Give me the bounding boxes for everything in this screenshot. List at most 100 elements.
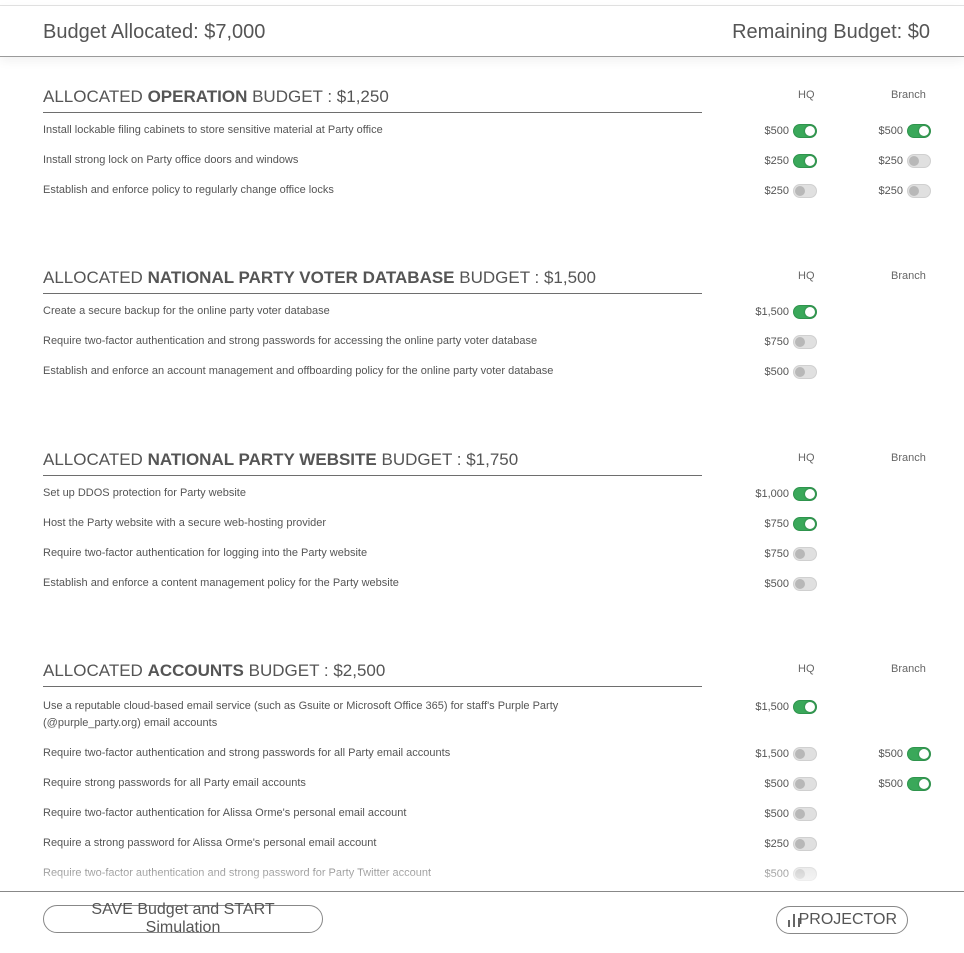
hq-toggle[interactable] xyxy=(793,154,817,168)
section-title-prefix: ALLOCATED xyxy=(43,87,148,106)
toggle-knob xyxy=(795,779,805,789)
hq-cost-cell: $250 xyxy=(727,837,817,851)
hq-toggle[interactable] xyxy=(793,184,817,198)
section-title-name: NATIONAL PARTY VOTER DATABASE xyxy=(147,268,455,287)
toggle-knob xyxy=(805,156,815,166)
column-header-hq: HQ xyxy=(798,270,815,282)
hq-cost-cell: $750 xyxy=(727,335,817,349)
budget-item-row: Require two-factor authentication for lo… xyxy=(0,546,964,576)
budget-list[interactable]: ALLOCATED OPERATION BUDGET : $1,250 HQ Bra… xyxy=(0,57,964,891)
toggle-knob xyxy=(795,549,805,559)
section-title-prefix: ALLOCATED xyxy=(43,661,148,680)
hq-cost: $1,000 xyxy=(755,488,789,500)
hq-cost-cell: $750 xyxy=(727,547,817,561)
toggle-knob xyxy=(805,126,815,136)
budget-item-text: Install strong lock on Party office door… xyxy=(43,154,299,166)
hq-cost: $750 xyxy=(764,548,789,560)
branch-cost: $250 xyxy=(878,185,903,197)
budget-item-row: Require two-factor authentication and st… xyxy=(0,334,964,364)
hq-toggle[interactable] xyxy=(793,547,817,561)
toggle-knob xyxy=(919,749,929,759)
toggle-knob xyxy=(805,307,815,317)
hq-cost: $750 xyxy=(764,518,789,530)
hq-toggle[interactable] xyxy=(793,867,817,881)
section-title: ALLOCATED ACCOUNTS BUDGET : $2,500 xyxy=(43,661,702,687)
budget-item-text: Require two-factor authentication and st… xyxy=(43,867,432,879)
budget-item-row: Install lockable filing cabinets to stor… xyxy=(0,123,964,153)
hq-toggle[interactable] xyxy=(793,124,817,138)
hq-cost: $1,500 xyxy=(755,701,789,713)
section-title: ALLOCATED NATIONAL PARTY WEBSITE BUDGET … xyxy=(43,450,702,476)
branch-cost: $500 xyxy=(878,125,903,137)
hq-toggle[interactable] xyxy=(793,700,817,714)
branch-toggle[interactable] xyxy=(907,184,931,198)
hq-cost: $500 xyxy=(764,125,789,137)
budget-item-row: Host the Party website with a secure web… xyxy=(0,516,964,546)
section-title-name: ACCOUNTS xyxy=(147,661,244,680)
branch-toggle[interactable] xyxy=(907,154,931,168)
hq-toggle[interactable] xyxy=(793,305,817,319)
hq-cost: $500 xyxy=(764,808,789,820)
toggle-knob xyxy=(805,489,815,499)
column-header-hq: HQ xyxy=(798,452,815,464)
branch-toggle[interactable] xyxy=(907,747,931,761)
hq-cost: $500 xyxy=(764,366,789,378)
hq-cost-cell: $500 xyxy=(727,577,817,591)
hq-toggle[interactable] xyxy=(793,577,817,591)
hq-toggle[interactable] xyxy=(793,487,817,501)
branch-toggle[interactable] xyxy=(907,124,931,138)
hq-toggle[interactable] xyxy=(793,747,817,761)
toggle-knob xyxy=(919,126,929,136)
budget-item-text: Host the Party website with a secure web… xyxy=(43,517,327,529)
save-and-start-button[interactable]: SAVE Budget and START Simulation xyxy=(43,901,323,936)
budget-item-row: Require two-factor authentication and st… xyxy=(0,866,964,891)
hq-cost: $1,500 xyxy=(755,306,789,318)
hq-toggle[interactable] xyxy=(793,807,817,821)
toggle-knob xyxy=(795,579,805,589)
hq-cost-cell: $500 xyxy=(727,777,817,791)
hq-cost-cell: $250 xyxy=(727,154,817,168)
hq-toggle[interactable] xyxy=(793,517,817,531)
section-title-prefix: ALLOCATED xyxy=(43,450,148,469)
hq-toggle[interactable] xyxy=(793,335,817,349)
budget-item-row: Install strong lock on Party office door… xyxy=(0,153,964,183)
budget-item-row: Require a strong password for Alissa Orm… xyxy=(0,836,964,866)
column-header-branch: Branch xyxy=(891,452,926,464)
budget-item-row: Establish and enforce policy to regularl… xyxy=(0,183,964,213)
hq-cost-cell: $750 xyxy=(727,517,817,531)
bar-chart-icon xyxy=(787,913,800,927)
branch-toggle[interactable] xyxy=(907,777,931,791)
column-header-branch: Branch xyxy=(891,89,926,101)
hq-cost-cell: $500 xyxy=(727,124,817,138)
hq-cost: $250 xyxy=(764,155,789,167)
toggle-knob xyxy=(805,702,815,712)
hq-toggle[interactable] xyxy=(793,837,817,851)
budget-item-text: Establish and enforce a content manageme… xyxy=(43,577,399,589)
hq-toggle[interactable] xyxy=(793,365,817,379)
budget-item-text: Create a secure backup for the online pa… xyxy=(43,305,330,317)
hq-cost: $750 xyxy=(764,336,789,348)
projector-label: PROJECTOR xyxy=(798,911,897,928)
hq-cost: $500 xyxy=(764,578,789,590)
column-header-branch: Branch xyxy=(891,663,926,675)
budget-item-text: Establish and enforce policy to regularl… xyxy=(43,184,334,196)
hq-cost-cell: $1,000 xyxy=(727,487,817,501)
column-header-hq: HQ xyxy=(798,663,815,675)
hq-cost-cell: $500 xyxy=(727,867,817,881)
budget-item-text: Require a strong password for Alissa Orm… xyxy=(43,837,377,849)
section-title-prefix: ALLOCATED xyxy=(43,268,148,287)
section-title: ALLOCATED OPERATION BUDGET : $1,250 xyxy=(43,87,702,113)
toggle-knob xyxy=(909,186,919,196)
budget-item-text: Require strong passwords for all Party e… xyxy=(43,777,306,789)
projector-button[interactable]: PROJECTOR xyxy=(776,906,908,934)
section-title-name: NATIONAL PARTY WEBSITE xyxy=(147,450,377,469)
toggle-knob xyxy=(919,779,929,789)
budget-item-text: Require two-factor authentication and st… xyxy=(43,747,451,759)
hq-cost: $250 xyxy=(764,185,789,197)
branch-cost: $250 xyxy=(878,155,903,167)
hq-cost-cell: $250 xyxy=(727,184,817,198)
budget-item-text: Require two-factor authentication for Al… xyxy=(43,807,407,819)
section-title-amount: BUDGET : $2,500 xyxy=(243,661,386,680)
budget-item-row: Use a reputable cloud-based email servic… xyxy=(0,699,964,729)
hq-toggle[interactable] xyxy=(793,777,817,791)
